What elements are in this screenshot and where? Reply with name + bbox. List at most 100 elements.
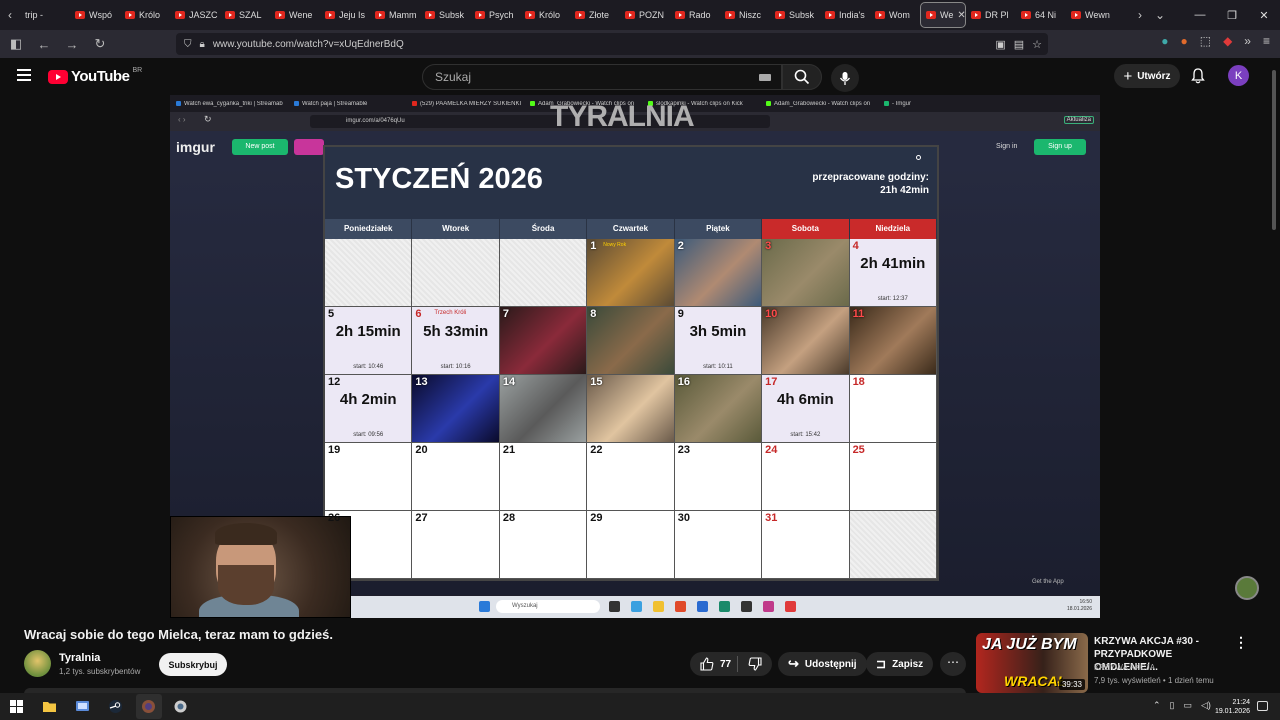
tab-scroll-left-icon[interactable]: ‹ [0, 8, 20, 22]
browser-tab[interactable]: Wspó [70, 2, 120, 28]
share-button[interactable]: ↪ Udostępnij [778, 652, 867, 676]
browser-tab-label: Wom [889, 10, 910, 20]
browser-tab-label: India's [839, 10, 865, 20]
browser-tab[interactable]: Wene [270, 2, 320, 28]
channel-name[interactable]: Tyralnia [59, 652, 100, 664]
extension-shield-icon[interactable]: ● [1161, 34, 1168, 48]
tab-scroll-right-icon[interactable]: › [1130, 8, 1150, 22]
steam-icon[interactable] [108, 699, 123, 714]
youtube-logo[interactable]: YouTube BR [48, 67, 142, 85]
browser-tab[interactable]: Subsk [770, 2, 820, 28]
browser-tab[interactable]: Psych [470, 2, 520, 28]
browser-tab[interactable]: 64 Ni [1016, 2, 1066, 28]
weekday-header: Wtorek [412, 219, 500, 239]
pip-icon[interactable]: ▣ [995, 38, 1005, 51]
voice-search-button[interactable] [831, 64, 859, 92]
adblock-icon[interactable]: ◆ [1223, 34, 1232, 48]
taskbar-clock[interactable]: 21:24 19.01.2026 [1215, 698, 1250, 716]
tray-network-icon[interactable]: ▭ [1184, 700, 1193, 711]
bookmark-star-icon[interactable]: ☆ [1032, 38, 1042, 51]
notification-center-icon[interactable] [1257, 701, 1268, 711]
create-button[interactable]: + Utwórz [1114, 64, 1180, 88]
keyboard-icon[interactable] [759, 74, 771, 81]
close-window-icon[interactable]: ✕ [1248, 0, 1280, 30]
tray-app-icon[interactable]: ▯ [1170, 700, 1175, 711]
more-actions-button[interactable]: ⋯ [940, 652, 966, 676]
app-menu-icon[interactable]: ≡ [1263, 34, 1270, 48]
subscribe-button[interactable]: Subskrybuj [159, 653, 227, 676]
browser-tab[interactable]: Jeju Is [320, 2, 370, 28]
day-number: 6 [415, 308, 422, 320]
back-icon[interactable]: ← [36, 37, 52, 52]
save-button[interactable]: ⊐ Zapisz [866, 652, 934, 676]
page-scrollbar[interactable] [1272, 70, 1276, 230]
browser-tab[interactable]: Wewn [1066, 2, 1116, 28]
tab-list-dropdown-icon[interactable]: ⌄ [1150, 8, 1170, 22]
extension-fox-icon[interactable]: ● [1180, 34, 1187, 48]
extensions-icon[interactable]: ⬚ [1200, 34, 1211, 48]
browser-tab[interactable]: Subsk [420, 2, 470, 28]
channel-avatar[interactable] [24, 650, 51, 677]
youtube-favicon-icon [926, 11, 936, 19]
browser-tab[interactable]: SZAL [220, 2, 270, 28]
search-button[interactable] [782, 64, 822, 90]
guide-menu-icon[interactable] [17, 69, 31, 81]
browser-tab[interactable]: Złote [570, 2, 620, 28]
calendar-day-cell: 25 [849, 443, 937, 511]
close-tab-icon[interactable]: ✕ [957, 10, 965, 21]
browser-tab[interactable]: POZN [620, 2, 670, 28]
recommended-video-thumbnail[interactable]: JA JUŻ BYM WRACAŁ 39:33 [976, 633, 1088, 693]
day-note: Trzech Króli [434, 310, 467, 316]
browser-tab[interactable]: trip - [20, 2, 70, 28]
browser-tab[interactable]: Królo [120, 2, 170, 28]
day-number: 14 [502, 376, 516, 388]
task-manager-icon[interactable] [75, 699, 90, 714]
browser-tab[interactable]: We ✕ [920, 2, 966, 28]
url-text[interactable]: www.youtube.com/watch?v=xUqEdnerBdQ [213, 39, 404, 50]
browser-tab[interactable]: Rado [670, 2, 720, 28]
reload-icon[interactable]: ↻ [92, 36, 108, 52]
browser-tab[interactable]: India's [820, 2, 870, 28]
overflow-menu-icon[interactable]: » [1244, 34, 1251, 48]
shield-icon[interactable]: ⛉ [184, 39, 192, 50]
account-avatar[interactable]: K [1228, 65, 1249, 86]
notifications-button[interactable] [1191, 68, 1205, 89]
browser-tab-label: Niszc [739, 10, 761, 20]
browser-tab[interactable]: DR Pl [966, 2, 1016, 28]
reader-icon[interactable]: ▤ [1014, 38, 1024, 51]
like-button[interactable]: 77 [690, 656, 738, 672]
calendar-weekdays: Poniedziałek Wtorek Środa Czwartek Piątek Sob… [325, 219, 937, 239]
stream-tab-favicon-icon [176, 101, 181, 106]
restore-icon[interactable]: ❐ [1216, 0, 1248, 30]
calendar-day-cell: 8 [587, 307, 675, 375]
stream-duration: 4h 6min [777, 391, 834, 408]
windows-start-icon[interactable] [9, 699, 24, 714]
day-number: 10 [765, 308, 778, 320]
day-number: 1 [590, 240, 597, 252]
floating-badge-icon[interactable] [1235, 576, 1259, 600]
app-icon-bird[interactable] [173, 699, 188, 714]
address-bar[interactable]: ⛉ 🔒︎ www.youtube.com/watch?v=xUqEdnerBdQ… [176, 33, 1048, 55]
minimize-icon[interactable]: — [1184, 0, 1216, 30]
stream-start-time: start: 10:16 [440, 364, 471, 370]
youtube-favicon-icon [175, 11, 185, 19]
tray-chevron-icon[interactable]: ⌃ [1153, 700, 1161, 711]
dislike-button[interactable] [738, 657, 772, 671]
stream-tab-favicon-icon [530, 101, 535, 106]
browser-tab[interactable]: Niszc [720, 2, 770, 28]
sidebar-toggle-icon[interactable]: ◧ [8, 36, 24, 52]
browser-tab[interactable]: Królo [520, 2, 570, 28]
recommended-channel[interactable]: KRZYWA AKCJA [1094, 663, 1155, 672]
day-number: 27 [415, 512, 428, 524]
day-photo [499, 307, 587, 374]
tray-volume-icon[interactable]: ◁) [1201, 700, 1211, 711]
active-app-indicator [136, 694, 162, 719]
browser-tab[interactable]: Wom [870, 2, 920, 28]
imgur-get-app: Get the App [1032, 579, 1064, 585]
file-explorer-icon[interactable] [42, 699, 57, 714]
browser-tab[interactable]: Mamm [370, 2, 420, 28]
search-input[interactable]: Szukaj [422, 64, 782, 90]
forward-icon[interactable]: → [64, 37, 80, 52]
recommended-menu-icon[interactable]: ⋮ [1234, 634, 1248, 651]
browser-tab[interactable]: JASZC [170, 2, 220, 28]
